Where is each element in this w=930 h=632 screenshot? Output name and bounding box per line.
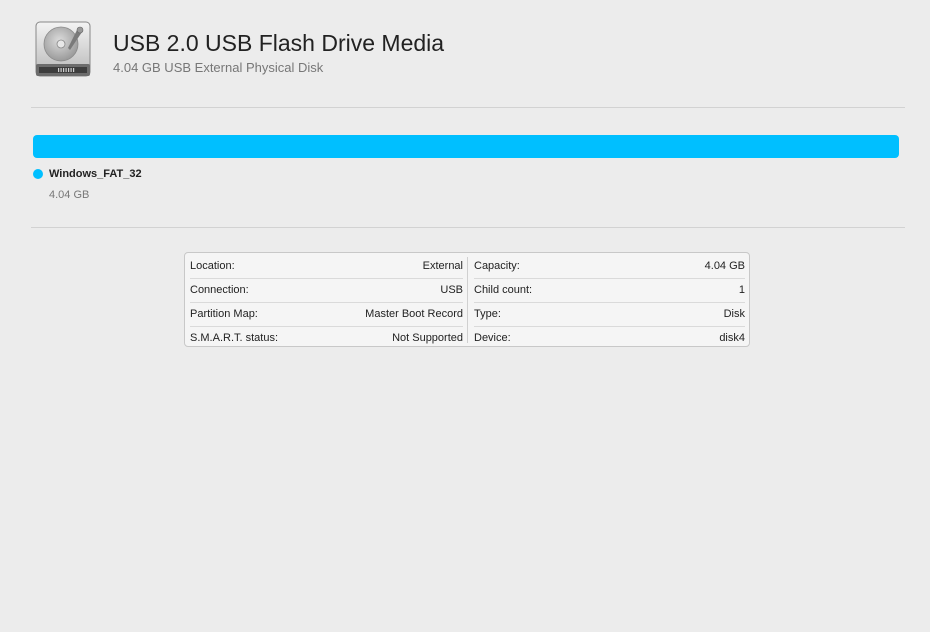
info-row-smart-status: S.M.A.R.T. status: Not Supported [189, 327, 463, 351]
info-label: Location: [190, 260, 235, 272]
partition-name: Windows_FAT_32 [49, 168, 142, 180]
info-row-device: Device: disk4 [473, 327, 745, 351]
info-column-left: Location: External Connection: USB Parti… [189, 255, 463, 351]
info-value: disk4 [719, 332, 745, 344]
info-label: Connection: [190, 284, 249, 296]
disk-header: USB 2.0 USB Flash Drive Media 4.04 GB US… [0, 0, 930, 108]
divider [31, 107, 905, 108]
external-disk-icon [34, 20, 92, 78]
info-row-capacity: Capacity: 4.04 GB [473, 255, 745, 279]
info-value: Not Supported [392, 332, 463, 344]
info-label: S.M.A.R.T. status: [190, 332, 279, 344]
partition-color-swatch [33, 169, 43, 179]
info-label: Capacity: [474, 260, 520, 272]
info-label: Child count: [474, 284, 533, 296]
info-value: Master Boot Record [365, 308, 463, 320]
divider [31, 227, 905, 228]
info-value: External [422, 260, 463, 272]
disk-subtitle: 4.04 GB USB External Physical Disk [113, 60, 324, 75]
info-row-location: Location: External [189, 255, 463, 279]
disk-utility-detail-pane: USB 2.0 USB Flash Drive Media 4.04 GB US… [0, 0, 930, 632]
partition-size: 4.04 GB [49, 189, 90, 201]
info-label: Device: [474, 332, 511, 344]
disk-title: USB 2.0 USB Flash Drive Media [113, 30, 445, 56]
info-value: USB [440, 284, 463, 296]
info-row-type: Type: Disk [473, 303, 745, 327]
info-label: Partition Map: [190, 308, 258, 320]
disk-info-table: Location: External Connection: USB Parti… [184, 252, 750, 347]
info-label: Type: [474, 308, 501, 320]
info-value: Disk [723, 308, 745, 320]
column-divider [467, 257, 468, 343]
info-row-child-count: Child count: 1 [473, 279, 745, 303]
info-column-right: Capacity: 4.04 GB Child count: 1 Type: D… [473, 255, 745, 351]
info-row-partition-map: Partition Map: Master Boot Record [189, 303, 463, 327]
info-value: 1 [738, 284, 745, 296]
info-value: 4.04 GB [704, 260, 745, 272]
info-row-connection: Connection: USB [189, 279, 463, 303]
partition-usage-bar[interactable] [33, 135, 899, 158]
